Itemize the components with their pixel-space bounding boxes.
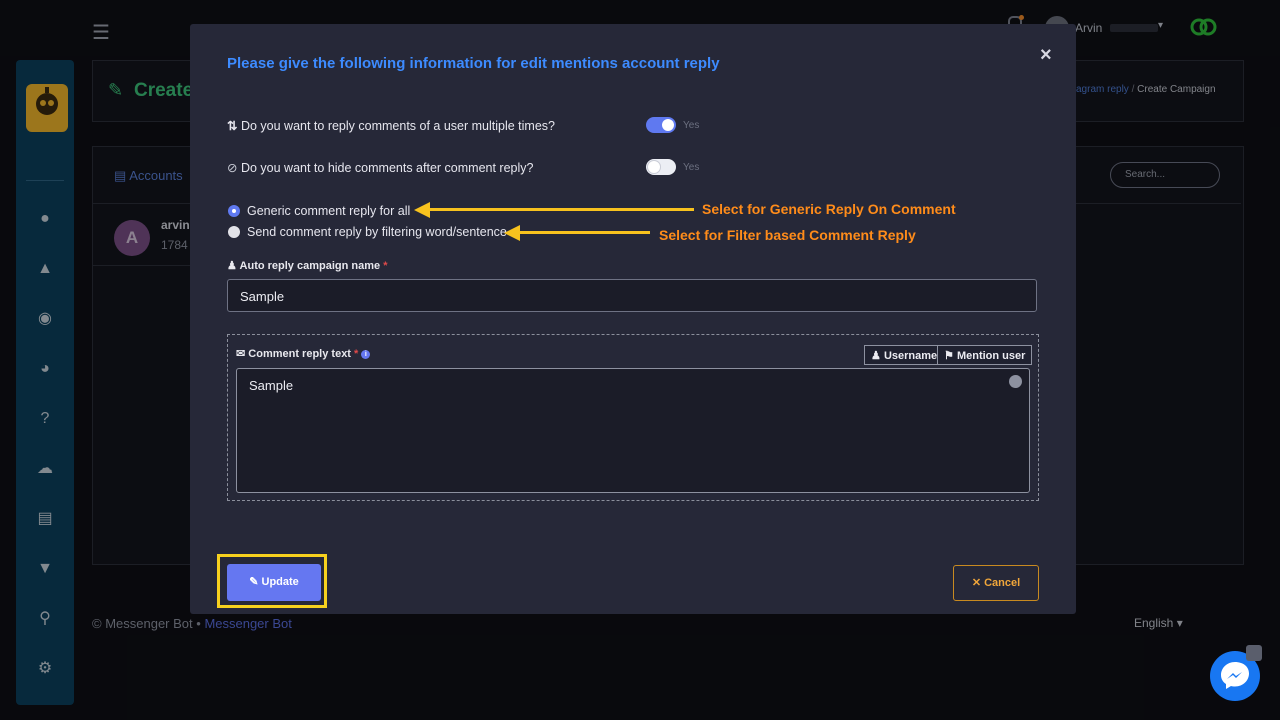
radio-filter-reply[interactable] [228, 226, 240, 238]
question-multiple-reply: ⇅ Do you want to reply comments of a use… [227, 118, 555, 133]
hide-comments-toggle-label: Yes [683, 162, 700, 173]
comment-reply-textarea[interactable] [236, 368, 1030, 493]
toggle-knob [648, 161, 660, 173]
required-mark: * [383, 260, 388, 272]
question-multiple-reply-label: Do you want to reply comments of a user … [240, 119, 555, 133]
multiple-reply-toggle[interactable] [646, 117, 676, 133]
hide-comments-toggle[interactable] [646, 159, 676, 175]
chat-badge [1246, 645, 1262, 661]
question-hide-comments: ⊘ Do you want to hide comments after com… [227, 160, 533, 175]
info-icon[interactable]: i [361, 349, 371, 359]
cancel-button-label: Cancel [984, 577, 1021, 589]
edit-reply-modal [190, 24, 1076, 614]
campaign-name-label: ♟ Auto reply campaign name * [227, 259, 387, 272]
mention-user-chip[interactable]: ⚑ Mention user [937, 345, 1033, 365]
close-icon[interactable]: × [1040, 44, 1052, 67]
envelope-icon: ✉ [236, 348, 246, 360]
annotation-arrow-generic [428, 208, 694, 211]
times-icon: ✕ [971, 577, 982, 589]
emoji-icon[interactable] [1009, 375, 1022, 388]
user-tie-icon: ♟ [227, 260, 237, 272]
radio-filter-reply-label[interactable]: Send comment reply by filtering word/sen… [247, 225, 507, 239]
username-chip[interactable]: ♟ Username [864, 345, 945, 365]
comment-reply-value[interactable]: Sample [249, 378, 293, 393]
annotation-filter-text: Select for Filter based Comment Reply [659, 227, 916, 243]
user-icon: ♟ [871, 350, 881, 362]
question-hide-comments-label: Do you want to hide comments after comme… [240, 161, 534, 175]
eye-slash-icon: ⊘ [227, 161, 238, 175]
radio-generic-reply-label[interactable]: Generic comment reply for all [247, 204, 410, 218]
update-button-label: Update [261, 576, 299, 588]
comment-reply-label-text: Comment reply text [248, 348, 351, 360]
required-mark: * [354, 348, 359, 360]
tag-icon: ⚑ [944, 350, 954, 362]
annotation-arrow-filter [518, 231, 650, 234]
edit-icon: ✎ [249, 576, 259, 588]
comment-reply-label: ✉ Comment reply text * i [236, 347, 371, 360]
radio-generic-reply[interactable] [228, 205, 240, 217]
campaign-name-label-text: Auto reply campaign name [239, 260, 381, 272]
toggle-knob [662, 119, 674, 131]
multiple-reply-toggle-label: Yes [683, 120, 700, 131]
update-button[interactable]: ✎ Update [227, 564, 321, 601]
mention-user-chip-label: Mention user [956, 350, 1026, 362]
cancel-button[interactable]: ✕ Cancel [953, 565, 1039, 601]
annotation-generic-text: Select for Generic Reply On Comment [702, 201, 956, 217]
modal-title: Please give the following information fo… [227, 55, 720, 72]
sort-arrows-icon: ⇅ [227, 119, 238, 133]
campaign-name-input[interactable]: Sample [227, 279, 1037, 312]
username-chip-label: Username [883, 350, 938, 362]
